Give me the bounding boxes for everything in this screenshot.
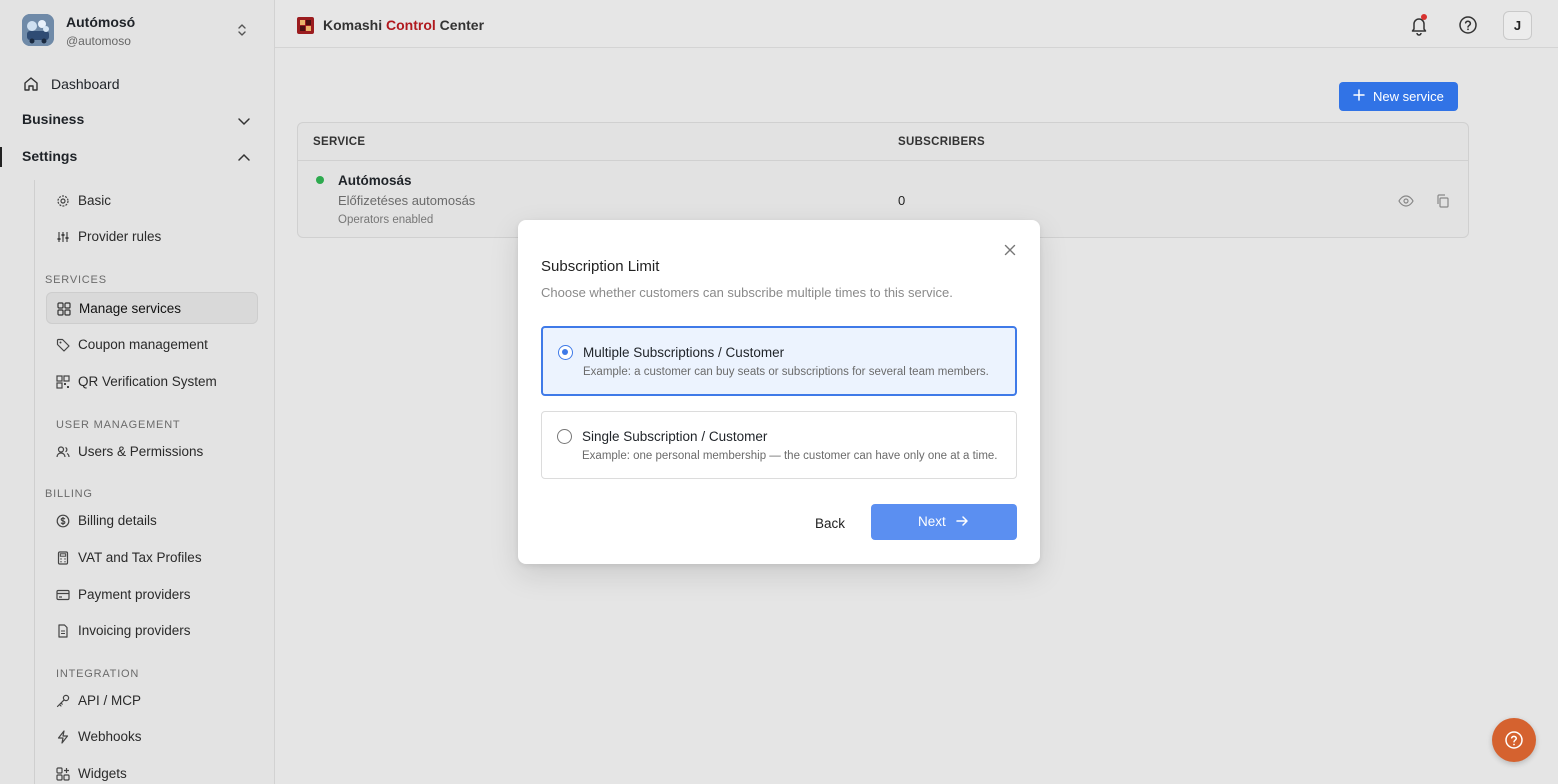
option-multiple-subscriptions[interactable]: Multiple Subscriptions / Customer Exampl… — [541, 326, 1017, 396]
next-button[interactable]: Next — [871, 504, 1017, 540]
arrow-right-icon — [956, 516, 968, 526]
subscription-limit-dialog: Subscription Limit Choose whether custom… — [518, 220, 1040, 564]
radio-multiple[interactable] — [558, 345, 573, 360]
radio-single[interactable] — [557, 429, 572, 444]
question-circle-icon — [1505, 731, 1523, 749]
option-single-desc: Example: one personal membership — the c… — [582, 450, 998, 462]
option-single-title: Single Subscription / Customer — [582, 429, 768, 444]
next-button-label: Next — [918, 514, 946, 529]
dialog-subtitle: Choose whether customers can subscribe m… — [541, 285, 953, 300]
option-single-subscription[interactable]: Single Subscription / Customer Example: … — [541, 411, 1017, 479]
back-button[interactable]: Back — [803, 508, 857, 540]
option-multiple-title: Multiple Subscriptions / Customer — [583, 345, 785, 360]
close-icon[interactable] — [1002, 242, 1018, 258]
dialog-title: Subscription Limit — [541, 258, 660, 275]
option-multiple-desc: Example: a customer can buy seats or sub… — [583, 366, 989, 378]
help-chat-button[interactable] — [1492, 718, 1536, 762]
